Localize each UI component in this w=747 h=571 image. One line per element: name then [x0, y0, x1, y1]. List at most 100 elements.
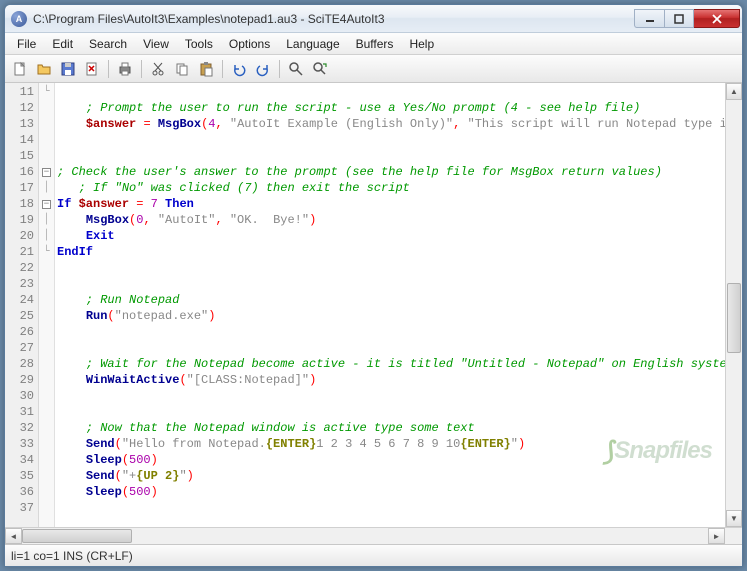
fold-marker	[39, 452, 54, 468]
toolbar-separator	[222, 60, 223, 78]
vertical-scrollbar[interactable]: ▲ ▼	[725, 83, 742, 527]
code-line[interactable]	[57, 340, 725, 356]
code-line[interactable]: Sleep(500)	[57, 452, 725, 468]
cut-icon	[150, 61, 166, 77]
statusbar: li=1 co=1 INS (CR+LF)	[5, 544, 742, 566]
code-line[interactable]	[57, 260, 725, 276]
menu-tools[interactable]: Tools	[177, 35, 221, 53]
code-line[interactable]: ; Run Notepad	[57, 292, 725, 308]
undo-button[interactable]	[228, 58, 250, 80]
line-number: 17	[5, 180, 38, 196]
horizontal-scroll-thumb[interactable]	[22, 529, 132, 543]
menu-language[interactable]: Language	[278, 35, 347, 53]
paste-button[interactable]	[195, 58, 217, 80]
line-number: 28	[5, 356, 38, 372]
code-line[interactable]: MsgBox(0, "AutoIt", "OK. Bye!")	[57, 212, 725, 228]
menu-file[interactable]: File	[9, 35, 44, 53]
print-button[interactable]	[114, 58, 136, 80]
copy-button[interactable]	[171, 58, 193, 80]
code-line[interactable]	[57, 388, 725, 404]
code-line[interactable]: Send("Hello from Notepad.{ENTER}1 2 3 4 …	[57, 436, 725, 452]
minimize-button[interactable]	[634, 9, 664, 28]
line-number: 15	[5, 148, 38, 164]
code-line[interactable]: ; Check the user's answer to the prompt …	[57, 164, 725, 180]
line-number-gutter[interactable]: 1112131415161718192021222324252627282930…	[5, 83, 39, 527]
code-line[interactable]: Sleep(500)	[57, 484, 725, 500]
fold-margin[interactable]: └−│−││└	[39, 83, 55, 527]
fold-marker[interactable]: −	[39, 196, 54, 212]
scroll-corner	[725, 528, 742, 544]
find-icon	[288, 61, 304, 77]
code-line[interactable]: Run("notepad.exe")	[57, 308, 725, 324]
scroll-left-button[interactable]: ◄	[5, 528, 22, 544]
code-line[interactable]: Exit	[57, 228, 725, 244]
vertical-scroll-thumb[interactable]	[727, 283, 741, 353]
replace-button[interactable]	[309, 58, 331, 80]
code-line[interactable]: ; If "No" was clicked (7) then exit the …	[57, 180, 725, 196]
code-line[interactable]: WinWaitActive("[CLASS:Notepad]")	[57, 372, 725, 388]
code-line[interactable]: ; Wait for the Notepad become active - i…	[57, 356, 725, 372]
fold-marker	[39, 420, 54, 436]
line-number: 16	[5, 164, 38, 180]
menubar: FileEditSearchViewToolsOptionsLanguageBu…	[5, 33, 742, 55]
code-line[interactable]	[57, 84, 725, 100]
toolbar-separator	[141, 60, 142, 78]
code-editor[interactable]: ; Prompt the user to run the script - us…	[55, 83, 725, 527]
close-icon	[712, 14, 722, 24]
close-button[interactable]	[694, 9, 740, 28]
cut-button[interactable]	[147, 58, 169, 80]
new-icon	[12, 61, 28, 77]
print-icon	[117, 61, 133, 77]
menu-buffers[interactable]: Buffers	[348, 35, 402, 53]
maximize-button[interactable]	[664, 9, 694, 28]
code-line[interactable]: $answer = MsgBox(4, "AutoIt Example (Eng…	[57, 116, 725, 132]
fold-marker: └	[39, 84, 54, 100]
code-line[interactable]	[57, 404, 725, 420]
menu-options[interactable]: Options	[221, 35, 278, 53]
menu-edit[interactable]: Edit	[44, 35, 81, 53]
menu-view[interactable]: View	[135, 35, 177, 53]
fold-marker	[39, 404, 54, 420]
redo-button[interactable]	[252, 58, 274, 80]
fold-marker	[39, 356, 54, 372]
line-number: 18	[5, 196, 38, 212]
horizontal-scroll-track[interactable]	[22, 528, 708, 544]
scroll-down-button[interactable]: ▼	[726, 510, 742, 527]
titlebar[interactable]: C:\Program Files\AutoIt3\Examples\notepa…	[5, 5, 742, 33]
close-button[interactable]	[81, 58, 103, 80]
horizontal-scrollbar[interactable]: ◄ ►	[5, 527, 742, 544]
code-line[interactable]: EndIf	[57, 244, 725, 260]
code-line[interactable]	[57, 148, 725, 164]
window-title: C:\Program Files\AutoIt3\Examples\notepa…	[33, 12, 634, 26]
line-number: 30	[5, 388, 38, 404]
fold-marker[interactable]: −	[39, 164, 54, 180]
menu-help[interactable]: Help	[401, 35, 442, 53]
app-icon	[11, 11, 27, 27]
code-line[interactable]: ; Prompt the user to run the script - us…	[57, 100, 725, 116]
copy-icon	[174, 61, 190, 77]
scroll-up-button[interactable]: ▲	[726, 83, 742, 100]
code-line[interactable]: ; Now that the Notepad window is active …	[57, 420, 725, 436]
fold-marker: │	[39, 180, 54, 196]
new-button[interactable]	[9, 58, 31, 80]
fold-marker	[39, 308, 54, 324]
fold-marker	[39, 148, 54, 164]
menu-search[interactable]: Search	[81, 35, 135, 53]
line-number: 37	[5, 500, 38, 516]
redo-icon	[255, 61, 271, 77]
open-button[interactable]	[33, 58, 55, 80]
save-button[interactable]	[57, 58, 79, 80]
line-number: 20	[5, 228, 38, 244]
fold-marker	[39, 276, 54, 292]
scroll-right-button[interactable]: ►	[708, 528, 725, 544]
code-line[interactable]	[57, 324, 725, 340]
code-line[interactable]	[57, 500, 725, 516]
find-button[interactable]	[285, 58, 307, 80]
fold-marker	[39, 340, 54, 356]
code-line[interactable]	[57, 132, 725, 148]
fold-marker: │	[39, 212, 54, 228]
code-line[interactable]: Send("+{UP 2}")	[57, 468, 725, 484]
code-line[interactable]	[57, 276, 725, 292]
paste-icon	[198, 61, 214, 77]
code-line[interactable]: If $answer = 7 Then	[57, 196, 725, 212]
